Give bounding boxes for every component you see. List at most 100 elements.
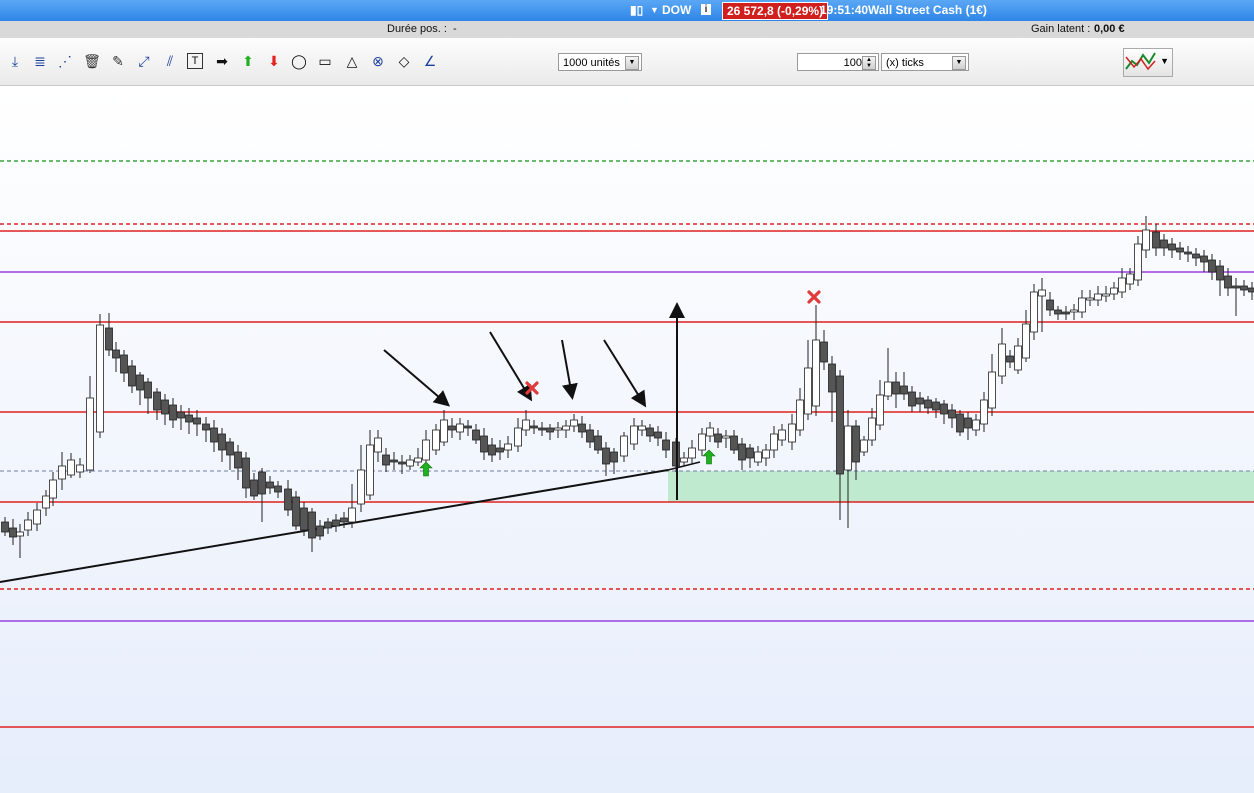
candle-body xyxy=(218,433,226,451)
candle-body xyxy=(860,439,868,453)
candle-body xyxy=(654,431,662,439)
candle-body xyxy=(1054,309,1062,315)
angle-icon[interactable]: ∠ xyxy=(421,52,439,70)
candle-body xyxy=(788,423,796,443)
price-chart[interactable] xyxy=(0,86,1254,793)
candle-body xyxy=(646,427,654,437)
price-change-badge: 26 572,8 (-0,29%) xyxy=(722,2,829,20)
ticks-stepper[interactable]: 100 ▲ ▼ xyxy=(797,53,879,71)
candle-body xyxy=(274,485,282,493)
chevron-down-icon[interactable]: ▼ xyxy=(952,56,966,70)
chevron-down-icon[interactable]: ▼ xyxy=(1160,56,1169,66)
candle-body xyxy=(258,471,266,495)
candle-body xyxy=(1200,255,1208,263)
candle-body xyxy=(730,435,738,451)
text-tool-icon[interactable]: T xyxy=(187,53,203,69)
candle-body xyxy=(836,375,844,475)
arrow-up-green-icon[interactable]: ⬆ xyxy=(239,52,257,70)
candle-body xyxy=(1110,287,1118,295)
candle-body xyxy=(161,399,169,415)
units-select-value: 1000 unités xyxy=(563,57,620,69)
candle-body xyxy=(42,495,50,509)
candle-body xyxy=(266,481,274,489)
candle-body xyxy=(340,517,348,523)
line-tool-icon[interactable]: ⤢ xyxy=(135,52,153,70)
candle-body xyxy=(1094,293,1102,301)
candle-body xyxy=(638,425,646,431)
candle-body xyxy=(96,324,104,433)
candle-body xyxy=(998,343,1006,377)
candle-body xyxy=(1038,289,1046,297)
candle-body xyxy=(456,423,464,433)
trash-icon[interactable]: 🗑 xyxy=(83,52,101,70)
stepper-arrows-icon[interactable]: ▲ ▼ xyxy=(862,56,876,70)
candle-body xyxy=(374,437,382,453)
triangle-icon[interactable]: △ xyxy=(343,52,361,70)
cursor-tool-icon[interactable]: ⤓ xyxy=(6,52,24,70)
candle-body xyxy=(514,427,522,447)
candle-body xyxy=(1142,229,1150,251)
candle-body xyxy=(9,527,17,538)
candle-body xyxy=(308,511,316,539)
fibonacci-icon[interactable]: ≣ xyxy=(31,52,49,70)
candle-body xyxy=(153,391,161,411)
ticks-unit-select[interactable]: (x) ticks ▼ xyxy=(881,53,969,71)
candle-body xyxy=(796,399,804,431)
candle-body xyxy=(242,457,250,489)
circle-cross-icon[interactable]: ⊗ xyxy=(369,52,387,70)
indicators-button[interactable]: ▼ xyxy=(1123,48,1173,77)
rectangle-icon[interactable]: ▭ xyxy=(316,52,334,70)
candle-body xyxy=(602,447,610,465)
candle-body xyxy=(193,417,201,425)
candle-body xyxy=(964,417,972,429)
lasso-icon[interactable]: ◯ xyxy=(290,52,308,70)
candle-body xyxy=(940,403,948,415)
candle-body xyxy=(1022,323,1030,359)
parallel-lines-icon[interactable]: ⫽ xyxy=(161,52,179,70)
diamond-icon[interactable]: ◇ xyxy=(395,52,413,70)
candle-body xyxy=(1006,355,1014,363)
title-bar: ▮▯ ▼ DOW i 26 572,8 (-0,29%) 19:51:40 Wa… xyxy=(0,0,1254,21)
candle-body xyxy=(1160,239,1168,249)
candle-body xyxy=(390,459,398,463)
candle-body xyxy=(762,449,770,459)
candle-body xyxy=(382,454,390,466)
candle-body xyxy=(1232,285,1240,289)
candle-body xyxy=(1086,297,1094,301)
candle-body xyxy=(440,419,448,443)
candle-body xyxy=(980,399,988,425)
candle-body xyxy=(316,525,324,537)
trend-tool-icon[interactable]: ⋰ xyxy=(56,52,74,70)
candle-body xyxy=(120,354,128,374)
candle-body xyxy=(1240,285,1248,291)
candle-body xyxy=(1184,251,1192,255)
candle-body xyxy=(112,349,120,359)
info-icon[interactable]: i xyxy=(701,4,711,15)
instrument-name[interactable]: DOW xyxy=(662,3,691,17)
candle-body xyxy=(770,433,778,451)
candle-body xyxy=(1102,293,1110,297)
candle-body xyxy=(538,427,546,431)
candle-body xyxy=(58,465,66,480)
candle-body xyxy=(1176,247,1184,253)
candle-body xyxy=(1030,291,1038,333)
candle-body xyxy=(522,419,530,431)
support-zone xyxy=(668,471,1254,502)
candle-body xyxy=(662,439,670,451)
ticks-stepper-value: 100 xyxy=(843,57,862,69)
arrow-right-icon[interactable]: ➡ xyxy=(213,52,231,70)
drawing-toolbar: ⤓ ≣ ⋰ 🗑 ✎ ⤢ ⫽ T ➡ ⬆ ⬇ ◯ ▭ △ ⊗ ◇ ∠ 1000 u… xyxy=(0,38,1254,86)
arrow-down-red-icon[interactable]: ⬇ xyxy=(265,52,283,70)
candle-body xyxy=(630,425,638,445)
instrument-dropdown-icon[interactable]: ▼ xyxy=(650,5,659,15)
candle-body xyxy=(1062,311,1070,315)
candles-icon[interactable]: ▮▯ xyxy=(630,3,643,17)
eraser-icon[interactable]: ✎ xyxy=(109,52,127,70)
units-select[interactable]: 1000 unités ▼ xyxy=(558,53,642,71)
candle-body xyxy=(398,461,406,465)
chevron-down-icon[interactable]: ▼ xyxy=(625,56,639,70)
candle-body xyxy=(357,469,365,505)
candle-body xyxy=(464,425,472,429)
candle-body xyxy=(210,427,218,443)
candle-body xyxy=(332,519,340,527)
